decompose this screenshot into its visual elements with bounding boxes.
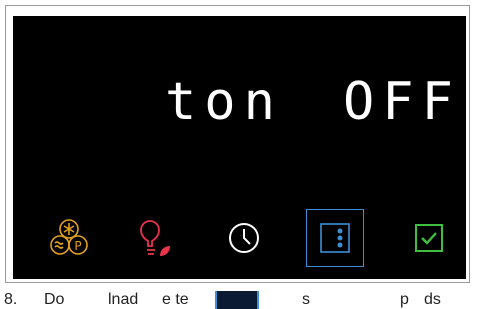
caption-step-number: 8. [4, 291, 18, 308]
checkbox-check-icon [415, 224, 443, 252]
menu-button[interactable] [306, 209, 364, 267]
three-dots-menu-icon [320, 223, 350, 253]
menu-icon [215, 291, 259, 309]
svg-text:P: P [74, 239, 81, 253]
light-button[interactable] [127, 211, 181, 265]
caption-word: ds [424, 291, 441, 308]
instruction-caption: 8. Do lnad e te s p ds [0, 291, 477, 309]
caption-word: e te [162, 291, 189, 308]
display-value-text: OFF [343, 72, 461, 132]
caption-word: p [400, 291, 409, 308]
clock-icon [229, 223, 259, 253]
snowflake-party-icon: P [50, 219, 88, 255]
appliance-display: ton OFF P [13, 16, 466, 279]
supercool-party-button[interactable]: P [42, 211, 96, 265]
lightbulb-eco-icon [140, 220, 170, 256]
caption-word: Do [44, 291, 65, 308]
display-parameter-text: ton [165, 72, 283, 132]
caption-word: s [302, 291, 310, 308]
timer-button[interactable] [217, 211, 271, 265]
confirm-button[interactable] [402, 211, 456, 265]
caption-word: lnad [108, 291, 139, 308]
